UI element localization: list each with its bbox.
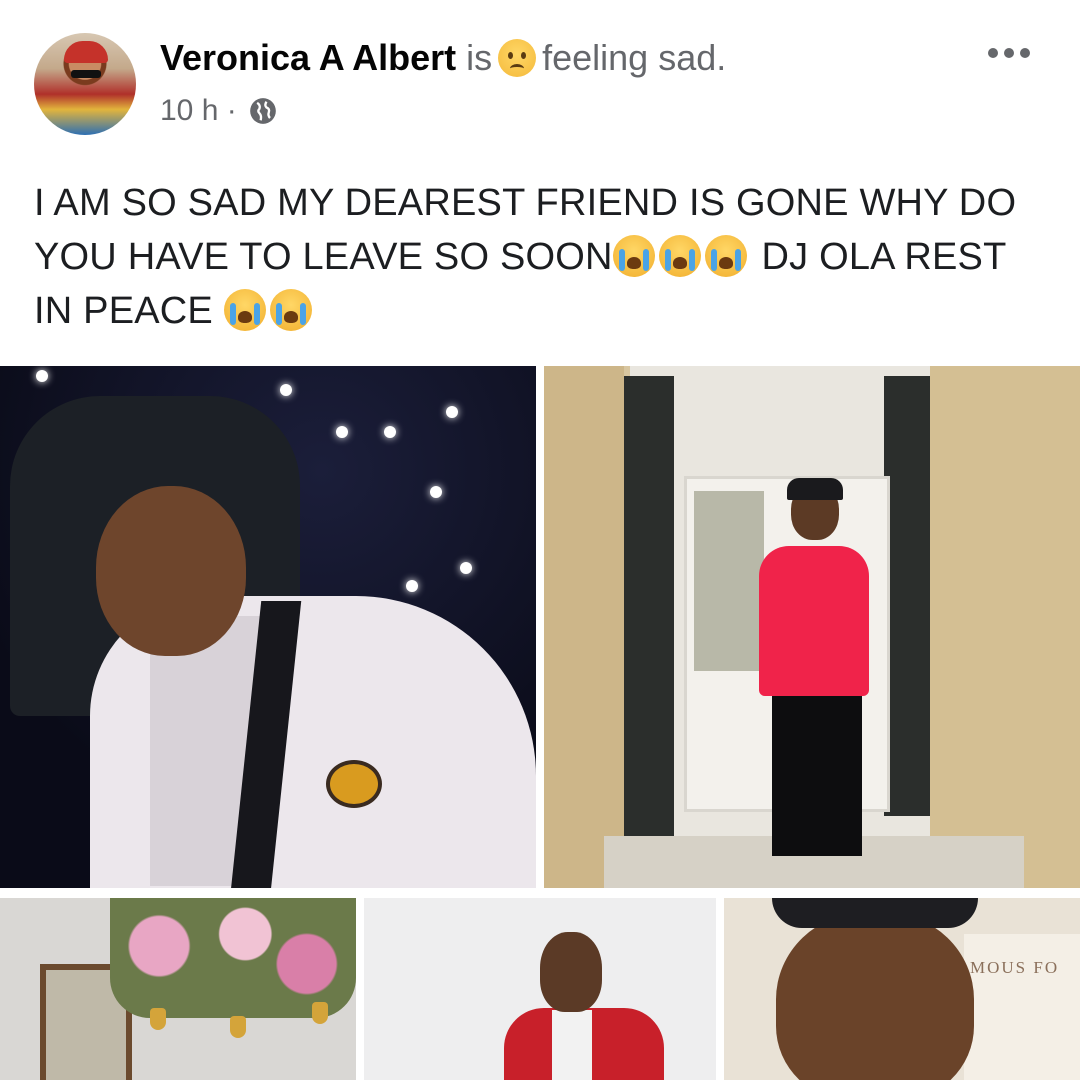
globe-icon[interactable] [249,97,277,125]
white-shirt-collar [552,1010,592,1080]
post-time[interactable]: 10 h [160,94,218,127]
crying-face-icon [658,235,701,277]
more-options-icon[interactable] [984,42,1034,62]
man-face [776,912,974,1080]
post-text-line-1: I AM SO SAD MY DEAREST FRIEND IS GONE WH… [34,182,1017,224]
author-avatar[interactable] [34,33,136,135]
photo-3[interactable] [0,898,356,1080]
meta-separator: · [226,94,237,127]
sad-face-icon [498,39,537,77]
photo-5[interactable]: MOUS FO [724,898,1080,1080]
post-text-line-2b: DJ OLA REST [761,236,1007,278]
activity-text[interactable]: feeling sad. [542,37,726,78]
post-text-line-2a: YOU HAVE TO LEAVE SO SOON [34,236,613,278]
black-cap [772,898,978,928]
sign-text: MOUS FO [970,958,1060,977]
photo-1[interactable] [0,366,536,888]
crying-face-icon [612,235,655,277]
red-tshirt [759,546,869,696]
post-text-line-2: YOU HAVE TO LEAVE SO SOON DJ OLA REST [34,230,1044,284]
jacket-badge [326,760,382,808]
activity-prefix: is [466,37,493,78]
post-header: Veronica A Albert is feeling sad. 10 h · [0,0,1080,150]
avatar-headwrap [64,41,108,63]
author-name[interactable]: Veronica A Albert [160,37,456,78]
black-cap [787,478,843,500]
post-body: I AM SO SAD MY DEAREST FRIEND IS GONE WH… [34,176,1044,338]
man-face [96,486,246,656]
avatar-sunglasses [71,70,101,78]
black-trousers [772,686,862,856]
man-head [540,932,602,1012]
post-text-line-3a: IN PEACE [34,290,213,332]
crying-face-icon [223,289,266,331]
photo-2[interactable] [544,366,1080,888]
author-line: Veronica A Albert is feeling sad. [160,36,726,80]
post-meta: 10 h · [160,91,277,131]
left-door [624,376,674,836]
crying-face-icon [704,235,747,277]
right-door [884,376,930,816]
crying-face-icon [269,289,312,331]
post-text-line-3: IN PEACE [34,284,1044,338]
flower-ceiling [110,898,356,1018]
background-sign [964,934,1080,1080]
photo-4[interactable] [364,898,716,1080]
